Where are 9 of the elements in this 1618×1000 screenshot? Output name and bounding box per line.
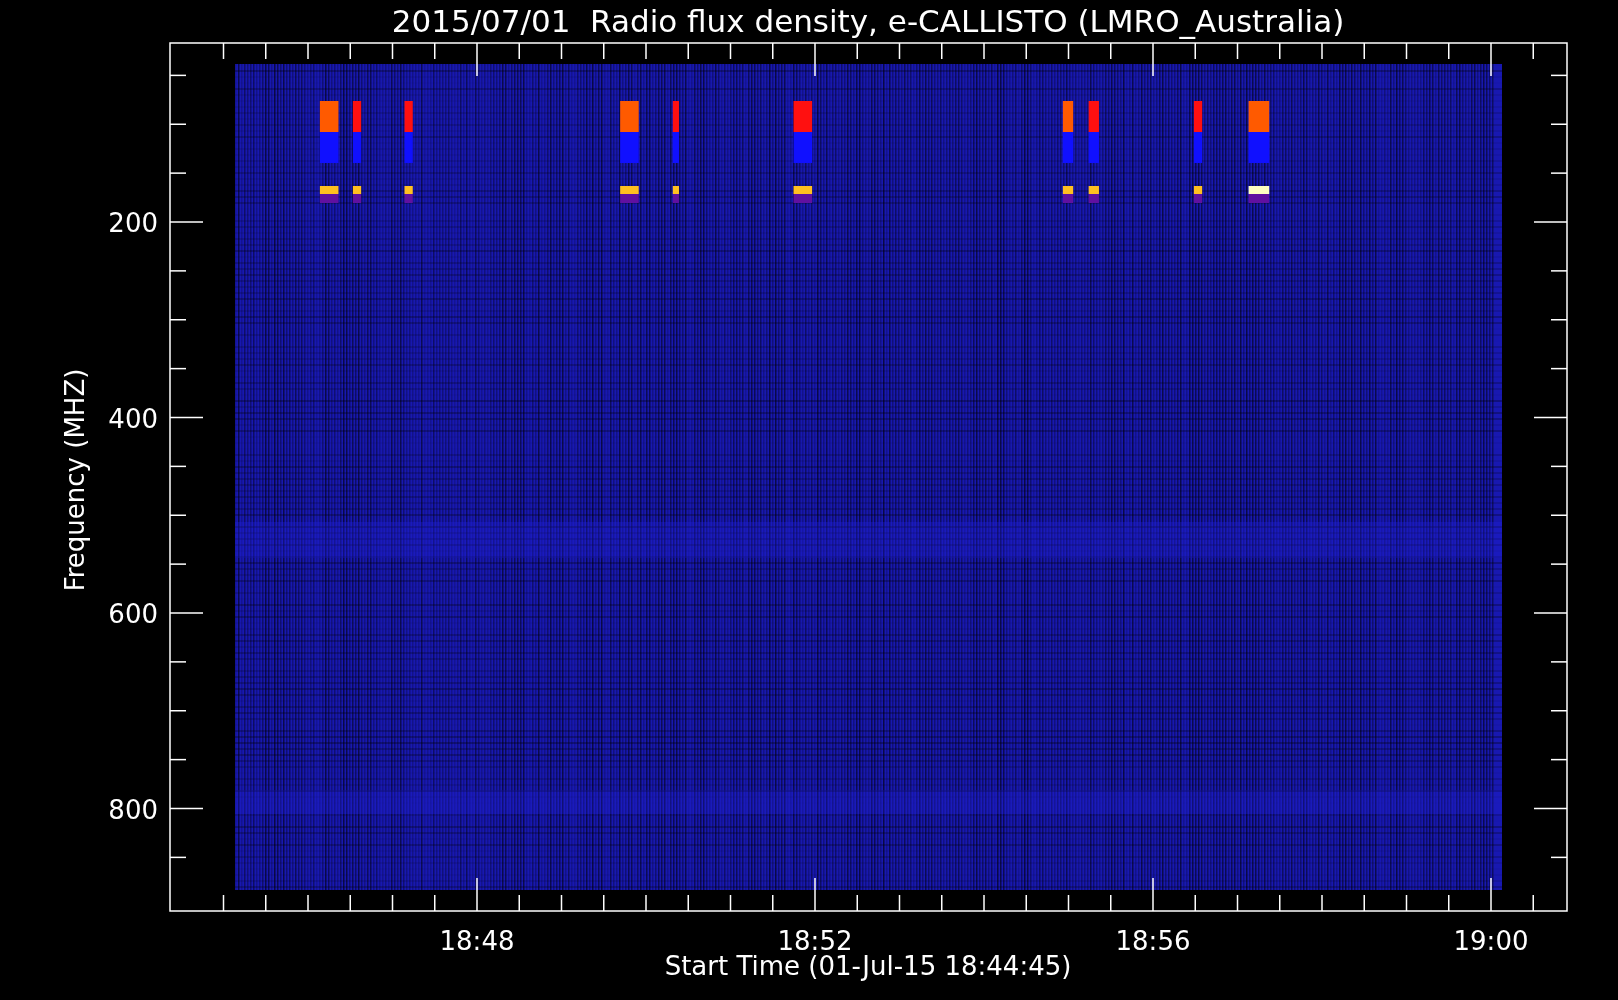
y-tick-label: 400 bbox=[108, 403, 158, 434]
x-tick-label: 18:56 bbox=[1115, 926, 1191, 956]
chart-title: 2015/07/01 Radio flux density, e-CALLISTO (LMRO_Australia) bbox=[391, 3, 1345, 39]
y-tick-label: 600 bbox=[108, 599, 158, 629]
x-tick-label: 19:00 bbox=[1453, 926, 1529, 956]
x-tick-label: 18:48 bbox=[439, 926, 515, 956]
y-tick-label: 200 bbox=[108, 208, 158, 238]
y-tick-label: 800 bbox=[108, 794, 158, 825]
y-axis-label: Frequency (MHZ) bbox=[60, 368, 90, 592]
